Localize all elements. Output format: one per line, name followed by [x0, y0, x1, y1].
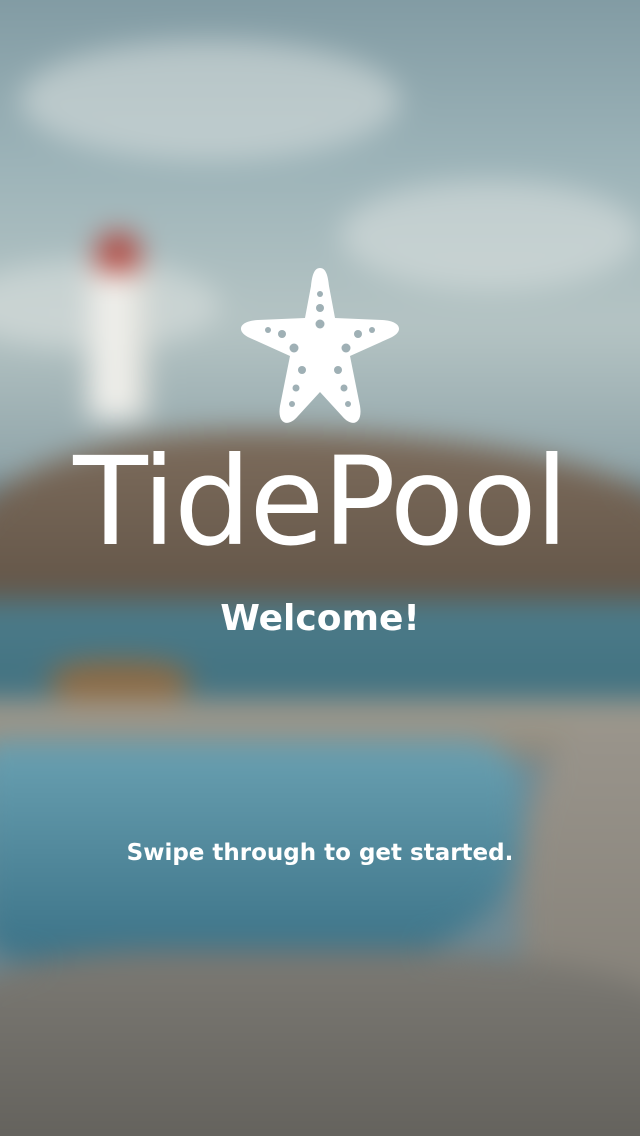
brand-wordmark: TidePool [73, 431, 569, 573]
welcome-title: Welcome! [220, 598, 420, 639]
logo [0, 262, 640, 442]
swipe-hint: Swipe through to get started. [126, 840, 514, 866]
starfish-icon [232, 262, 408, 438]
onboarding-screen[interactable]: TidePool Welcome! Swipe through to get s… [0, 0, 640, 1136]
